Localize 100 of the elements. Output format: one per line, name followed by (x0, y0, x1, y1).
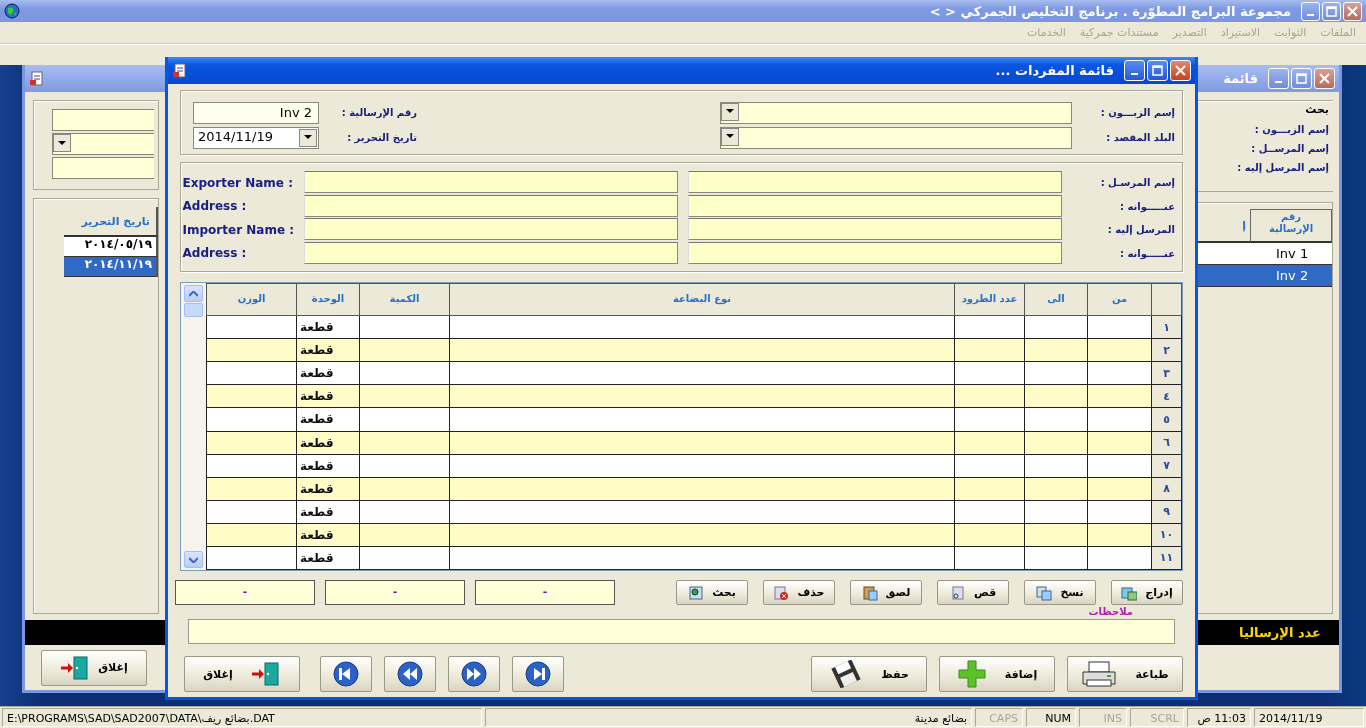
print-button[interactable]: طباعة (1067, 656, 1183, 692)
close-button[interactable] (1170, 60, 1191, 81)
table-row[interactable]: ١١ قطعة (206, 546, 1182, 570)
last-record-button[interactable] (512, 656, 564, 692)
maximize-button[interactable] (1322, 1, 1341, 21)
exit-door-icon (60, 654, 91, 681)
insert-button[interactable]: إدراج (1111, 580, 1183, 605)
table-row[interactable]: ٧ قطعة (206, 454, 1182, 478)
paste-button[interactable]: لصق (850, 580, 922, 605)
close-button[interactable]: إغلاق (184, 656, 300, 692)
scroll-thumb[interactable] (184, 303, 203, 317)
row-number: ٧ (1151, 454, 1182, 478)
status-field: SCRL (1130, 708, 1184, 727)
table-row[interactable]: ٤ قطعة (206, 384, 1182, 408)
row-number: ٦ (1151, 431, 1182, 455)
text-field[interactable] (304, 241, 678, 264)
field-label: إسم المرسـل : (1099, 177, 1175, 189)
caret-icon (304, 135, 312, 140)
search-button[interactable]: بحث (676, 580, 748, 605)
field-label: Address : (182, 199, 248, 214)
table-cell[interactable]: Inv 2 (1250, 265, 1332, 287)
dropdown-button[interactable] (299, 128, 317, 147)
column-header: الوحدة (296, 283, 360, 316)
column-header: رقم الإرسالية (1250, 209, 1332, 243)
table-row[interactable]: ٥ قطعة (206, 407, 1182, 431)
field-label: المرسل إليه : (1106, 224, 1175, 236)
minimize-button[interactable] (1301, 1, 1320, 21)
text-field[interactable] (52, 109, 154, 131)
table-cell[interactable]: Inv 1 (1250, 243, 1332, 265)
dropdown-button[interactable] (721, 102, 739, 121)
row-number: ٤ (1151, 384, 1182, 408)
table-cell[interactable]: ٢٠١٤/١١/١٩ (64, 257, 158, 277)
table-cell: قطعة (296, 338, 360, 362)
field-label: Importer Name : (182, 222, 294, 237)
add-button[interactable]: إضافة (939, 656, 1055, 692)
minimize-button[interactable] (1124, 60, 1145, 81)
row-number: ٩ (1151, 500, 1182, 524)
close-icon (1175, 65, 1186, 76)
text-field[interactable] (688, 171, 1062, 193)
column-header: من (1087, 283, 1152, 316)
table-cell: قطعة (296, 407, 360, 431)
copy-button[interactable]: نسخ (1024, 580, 1096, 605)
cut-button[interactable]: قص (937, 580, 1009, 605)
text-field[interactable] (304, 194, 678, 217)
text-field[interactable] (304, 171, 678, 193)
status-field: 11:03 ص (1187, 708, 1251, 727)
next-record-button[interactable] (448, 656, 500, 692)
close-button[interactable] (1343, 1, 1362, 21)
save-button[interactable]: حفظ (811, 656, 927, 692)
status-field: E:\PROGRAMS\SAD\SAD2007\DATA\بضائع ريف.DAT (2, 708, 482, 727)
delete-icon (773, 584, 790, 601)
scrollbar[interactable] (181, 283, 206, 570)
field-label: إسم الزبـــون : (1253, 124, 1329, 135)
minimize-icon (1131, 73, 1138, 75)
text-field[interactable] (304, 218, 678, 240)
table-row[interactable]: ١٠ قطعة (206, 523, 1182, 547)
text-field[interactable] (52, 157, 154, 179)
maximize-icon (1326, 5, 1337, 17)
scroll-up-button[interactable] (184, 285, 203, 302)
status-field: INS (1079, 708, 1127, 727)
table-cell: قطعة (296, 500, 360, 524)
table-cell: قطعة (296, 523, 360, 547)
table-row[interactable]: ٩ قطعة (206, 500, 1182, 524)
field-label: رقم الإرسالية : (340, 107, 418, 118)
text-field[interactable] (688, 194, 1062, 217)
dropdown-button[interactable] (53, 134, 71, 152)
table-row[interactable]: ٢ قطعة (206, 338, 1182, 362)
date-picker[interactable]: 2014/11/19 (193, 126, 319, 149)
shipment-field[interactable]: Inv 2 (193, 101, 319, 124)
minimize-icon (1275, 81, 1282, 83)
total-field: - (475, 580, 615, 605)
table-row[interactable]: ١ قطعة (206, 315, 1182, 339)
table-row[interactable]: ٦ قطعة (206, 431, 1182, 455)
maximize-icon (1152, 65, 1163, 76)
count-label: عدد الإرساليا (1239, 625, 1321, 640)
text-field[interactable] (688, 218, 1062, 240)
delete-button[interactable]: حذف (763, 580, 835, 605)
column-header: الكمية (359, 283, 450, 316)
table-row[interactable]: ٨ قطعة (206, 477, 1182, 501)
dropdown-button[interactable] (721, 127, 739, 146)
document-icon (172, 62, 188, 79)
notes-field[interactable] (188, 619, 1175, 644)
table-cell: قطعة (296, 361, 360, 385)
close-button[interactable]: إغلاق (41, 649, 147, 686)
maximize-button[interactable] (1147, 60, 1168, 81)
field-label: عنـــــوانه : (1119, 247, 1175, 259)
table-row[interactable]: ٣ قطعة (206, 361, 1182, 385)
column-header: الوزن (206, 283, 297, 316)
text-field[interactable] (688, 241, 1062, 264)
table-cell[interactable]: ٢٠١٤/٠٥/١٩ (64, 237, 158, 257)
scroll-down-button[interactable] (184, 551, 203, 568)
notes-label: ملاحظات (1087, 606, 1133, 619)
window-title: مجموعة البرامج المطوّرة . برنامج التخليص الجمركي < > (929, 3, 1291, 19)
plus-icon (956, 659, 987, 689)
field-label: Address : (182, 246, 248, 261)
first-record-button[interactable] (320, 656, 372, 692)
table-cell: قطعة (296, 546, 360, 570)
row-number: ٨ (1151, 477, 1182, 501)
skip-end-icon (525, 661, 551, 687)
previous-record-button[interactable] (384, 656, 436, 692)
